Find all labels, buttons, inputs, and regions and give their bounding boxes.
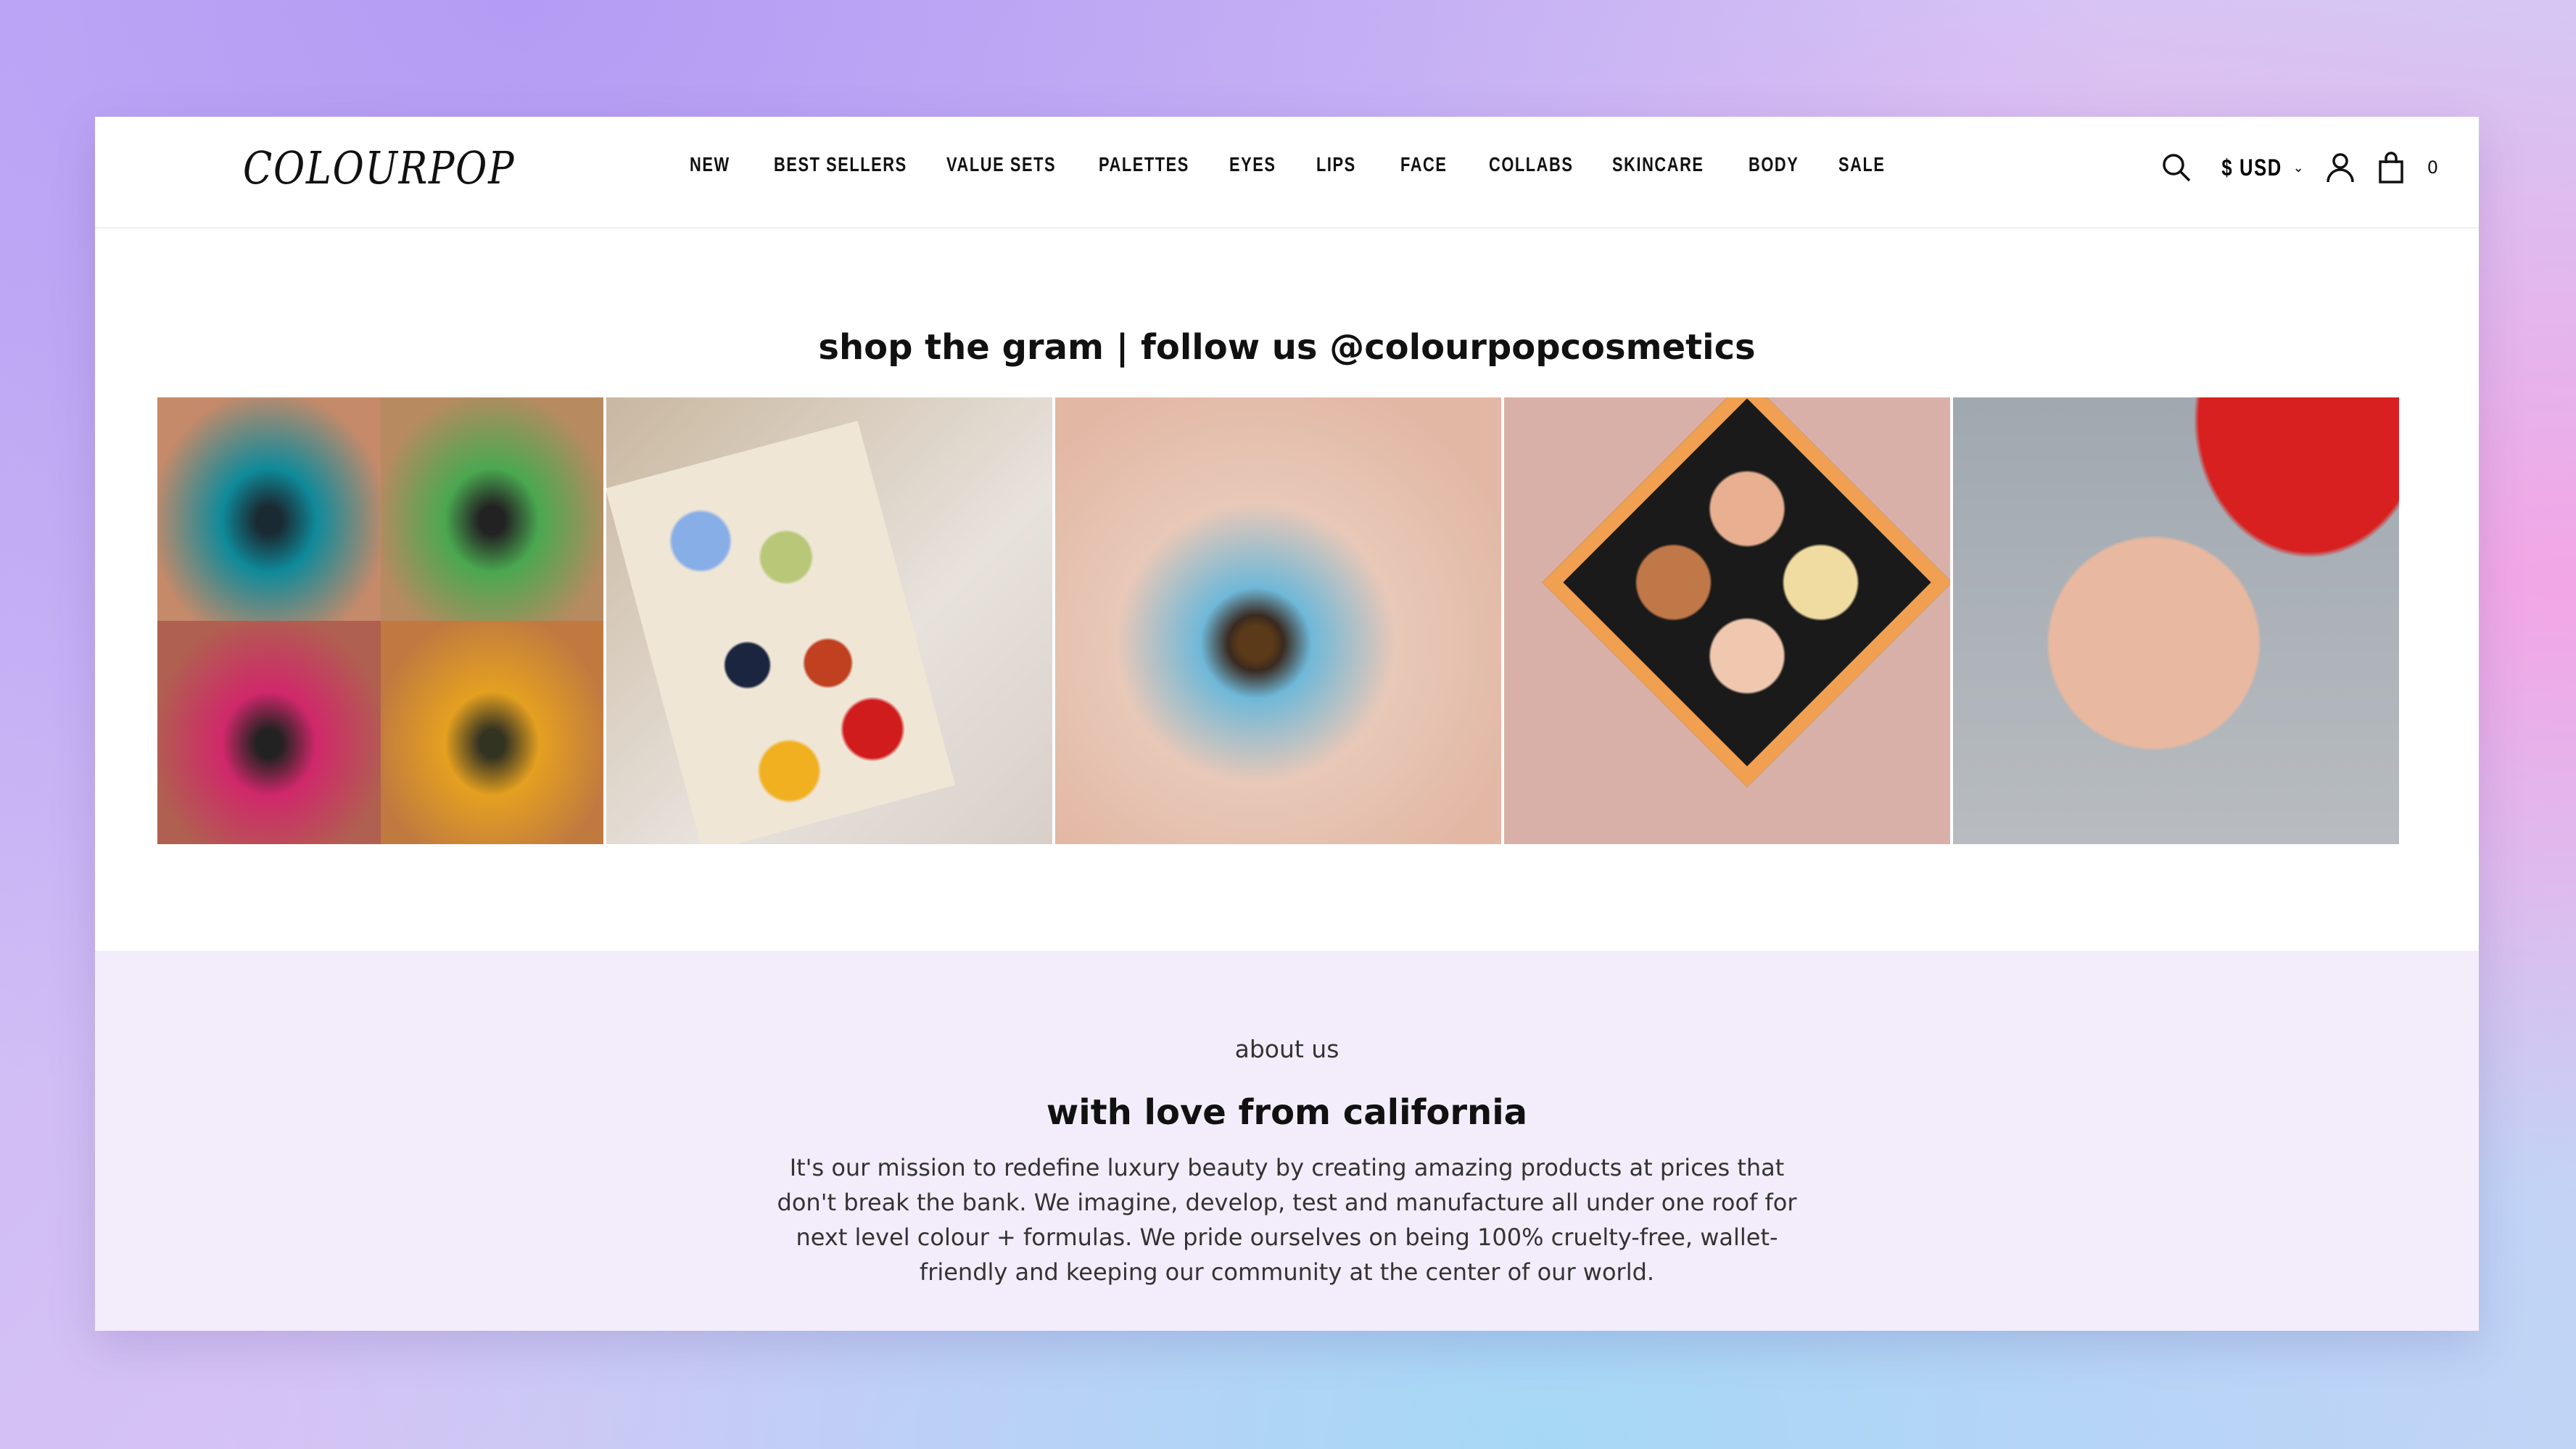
shop-the-gram-title: shop the gram | follow us @colourpopcosm… (818, 327, 1756, 368)
site-header: COLOURPOP NEW BEST SELLERS VALUE SETS PA… (95, 117, 2479, 228)
about-eyebrow: about us (1234, 1035, 1339, 1063)
logo[interactable]: COLOURPOP (243, 141, 515, 194)
account-icon[interactable] (2326, 152, 2355, 183)
nav-sale[interactable]: SALE (1838, 153, 1884, 176)
nav-eyes[interactable]: EYES (1229, 153, 1297, 176)
instagram-tile[interactable] (157, 397, 603, 844)
about-body: It's our mission to redefine luxury beau… (777, 1154, 1797, 1286)
nav-face[interactable]: FACE (1400, 153, 1469, 176)
nav-palettes[interactable]: PALETTES (1099, 153, 1200, 176)
instagram-tile[interactable] (606, 397, 1052, 844)
nav-skincare[interactable]: SKINCARE (1612, 153, 1719, 176)
about-title: with love from california (1046, 1092, 1528, 1133)
page-window: COLOURPOP NEW BEST SELLERS VALUE SETS PA… (95, 117, 2479, 1331)
nav-lips[interactable]: LIPS (1316, 153, 1382, 176)
nav-best-sellers[interactable]: BEST SELLERS (774, 153, 909, 176)
instagram-tile[interactable] (1953, 397, 2399, 844)
main-nav: NEW BEST SELLERS VALUE SETS PALETTES EYE… (690, 153, 1896, 176)
instagram-tile[interactable] (1504, 397, 1950, 844)
about-section: about us with love from california It's … (95, 951, 2479, 1331)
instagram-gallery (157, 397, 2399, 844)
nav-collabs[interactable]: COLLABS (1489, 153, 1585, 176)
cart-count: 0 (2427, 157, 2438, 178)
currency-selector[interactable]: $ USD ⌄ (2214, 154, 2304, 181)
instagram-tile[interactable] (1055, 397, 1501, 844)
shopping-bag-icon[interactable] (2377, 152, 2406, 183)
nav-new[interactable]: NEW (690, 153, 755, 176)
chevron-down-icon: ⌄ (2292, 160, 2304, 176)
nav-body[interactable]: BODY (1749, 153, 1819, 176)
header-actions: $ USD ⌄ 0 (2160, 152, 2438, 183)
search-icon[interactable] (2160, 152, 2192, 183)
nav-value-sets[interactable]: VALUE SETS (946, 153, 1065, 176)
